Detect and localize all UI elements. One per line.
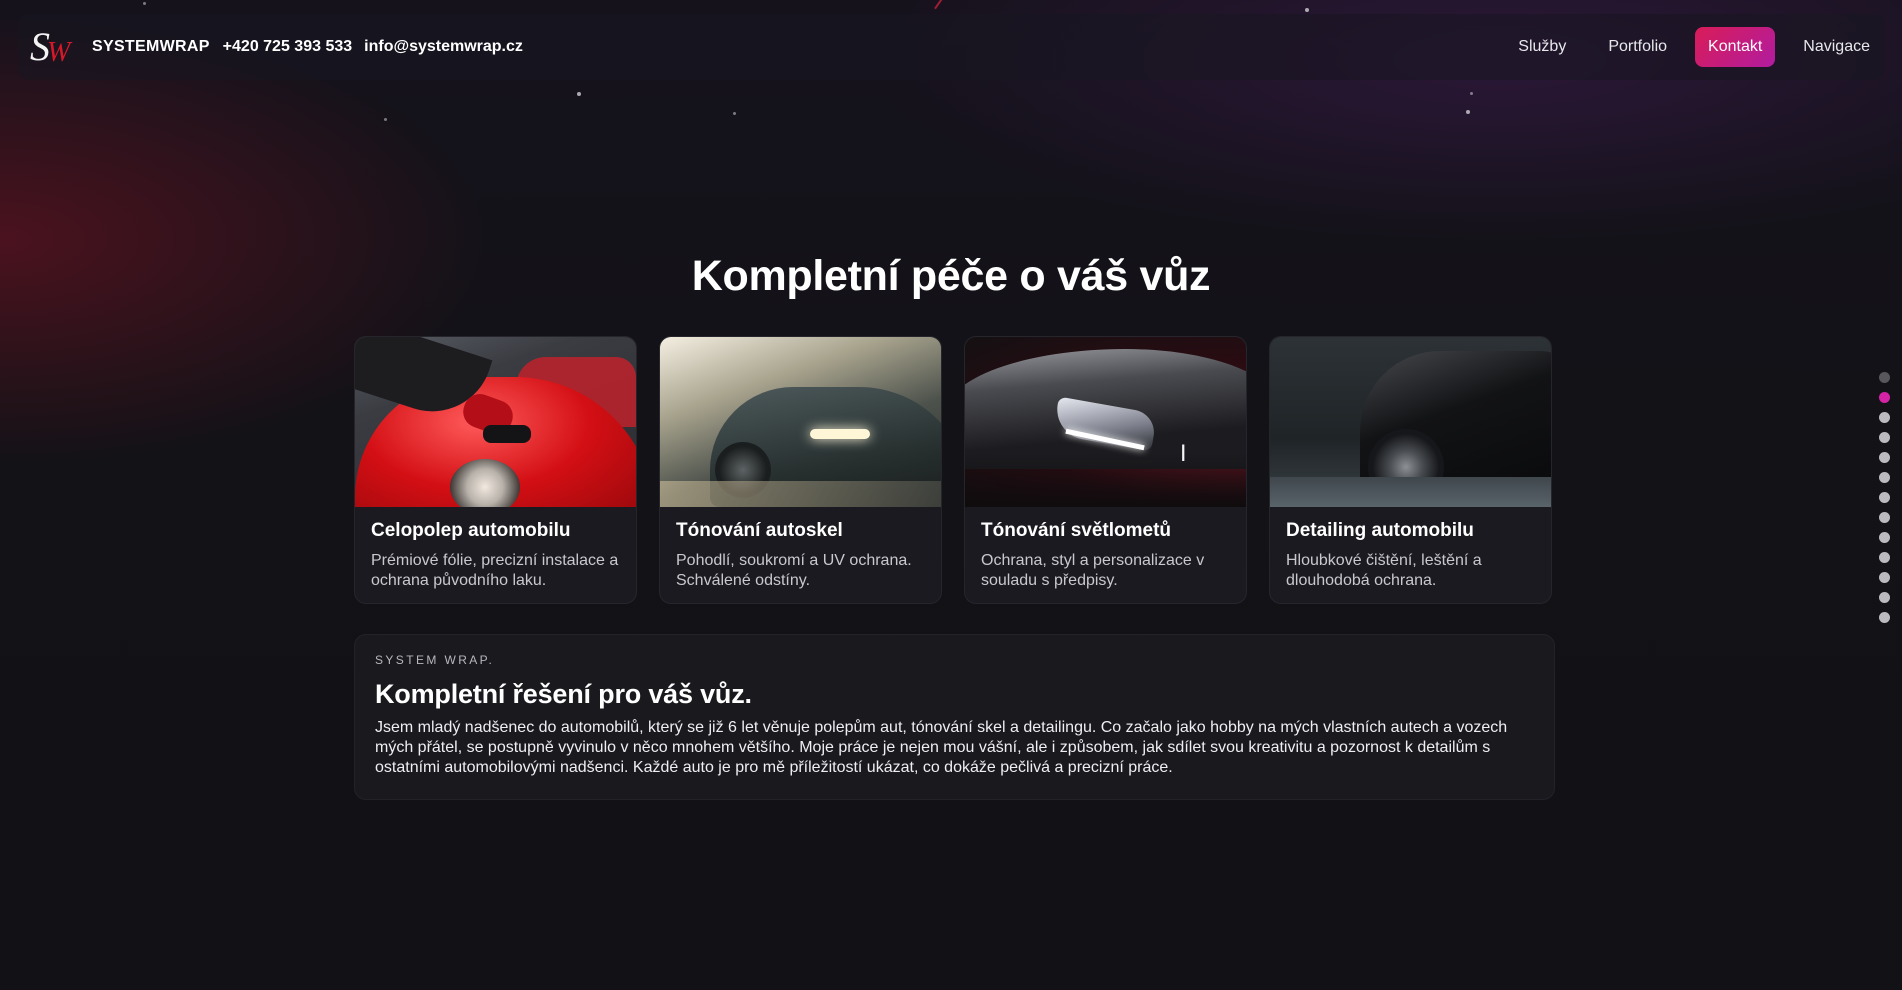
star-decoration [733,112,736,115]
card-text: Ochrana, styl a personalizace v souladu … [981,552,1205,589]
service-card-wrap[interactable]: Celopolep automobilu Prémiové fólie, pre… [354,336,637,604]
section-dot-active[interactable] [1879,392,1890,403]
logo[interactable]: S W [30,25,78,69]
section-dot[interactable] [1879,552,1890,563]
card-title: Tónování světlometů [981,520,1172,541]
phone-link[interactable]: +420 725 393 533 [223,38,352,56]
section-dot[interactable] [1879,372,1890,383]
about-eyebrow: SYSTEM WRAP. [375,653,495,667]
star-decoration [577,92,581,96]
logo-w: W [47,37,71,68]
section-dot[interactable] [1879,612,1890,623]
site-header: S W SYSTEMWRAP +420 725 393 533 info@sys… [18,14,1884,80]
star-decoration [1470,92,1473,95]
section-dot[interactable] [1879,532,1890,543]
star-decoration [1305,8,1309,12]
section-dot[interactable] [1879,512,1890,523]
card-text: Prémiové fólie, precizní instalace a och… [371,552,619,589]
section-dot[interactable] [1879,452,1890,463]
section-dot[interactable] [1879,572,1890,583]
text-cursor-icon: I [1180,442,1187,467]
about-text: Jsem mladý nadšenec do automobilů, který… [375,719,1508,776]
section-dots-nav [1879,372,1890,623]
card-title: Detailing automobilu [1286,520,1474,541]
card-text: Hloubkové čištění, leštění a dlouhodobá … [1286,552,1482,589]
section-dot[interactable] [1879,412,1890,423]
nav-item-kontakt[interactable]: Kontakt [1695,27,1776,67]
about-heading: Kompletní řešení pro váš vůz. [375,679,752,709]
nav-item-navigace[interactable]: Navigace [1789,27,1884,67]
black-car-image [1270,337,1551,507]
page-title: Kompletní péče o váš vůz [691,252,1211,300]
section-dot[interactable] [1879,472,1890,483]
red-car-image [355,337,636,507]
streak-decoration [934,0,944,10]
section-dot[interactable] [1879,492,1890,503]
about-section: SYSTEM WRAP. Kompletní řešení pro váš vů… [354,634,1555,800]
star-decoration [384,118,387,121]
card-text: Pohodlí, soukromí a UV ochrana. Schválen… [676,552,912,589]
service-card-detailing[interactable]: Detailing automobilu Hloubkové čištění, … [1269,336,1552,604]
brand-name[interactable]: SYSTEMWRAP [92,38,210,56]
service-card-window-tint[interactable]: Tónování autoskel Pohodlí, soukromí a UV… [659,336,942,604]
email-link[interactable]: info@systemwrap.cz [364,38,523,56]
star-decoration [1466,110,1470,114]
main-nav: Služby Portfolio Kontakt Navigace [1490,27,1884,67]
headlight-image [965,337,1246,507]
section-dot[interactable] [1879,592,1890,603]
nav-item-sluzby[interactable]: Služby [1504,27,1580,67]
nav-item-portfolio[interactable]: Portfolio [1594,27,1681,67]
section-dot[interactable] [1879,432,1890,443]
service-cards: Celopolep automobilu Prémiové fólie, pre… [354,336,1555,604]
card-title: Tónování autoskel [676,520,843,541]
service-card-headlight-tint[interactable]: Tónování světlometů Ochrana, styl a pers… [964,336,1247,604]
grey-car-image [660,337,941,507]
star-decoration [143,2,146,5]
card-title: Celopolep automobilu [371,520,571,541]
